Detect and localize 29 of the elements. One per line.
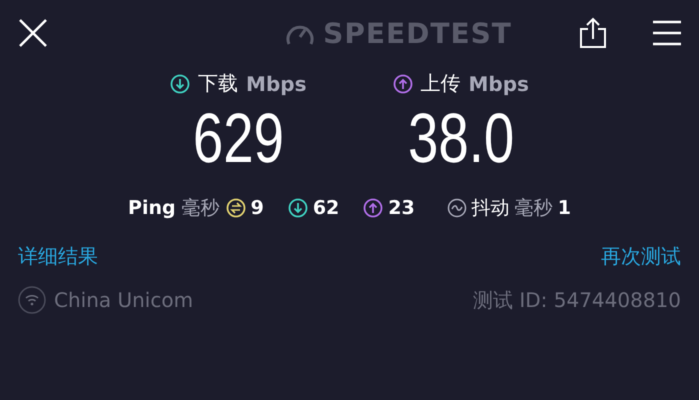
speed-value: 629: [192, 103, 284, 173]
retest-link[interactable]: 再次测试: [601, 243, 681, 270]
ping-value: 62: [312, 197, 340, 219]
provider-name: China Unicom: [54, 288, 194, 312]
ping-label: Ping: [128, 197, 176, 219]
upload-icon: [392, 74, 412, 94]
speed-label: 上传: [420, 70, 460, 97]
jitter-value: 1: [558, 197, 571, 219]
speed-unit: Mbps: [246, 72, 306, 96]
jitter-label: 抖动: [472, 196, 510, 221]
jitter-icon: [446, 198, 467, 218]
menu-icon[interactable]: [653, 20, 681, 46]
ping-value: 23: [388, 197, 415, 219]
download-icon: [170, 74, 190, 94]
speed-unit: Mbps: [468, 72, 529, 96]
share-icon[interactable]: [579, 17, 607, 49]
ping-unit: 毫秒: [182, 196, 220, 221]
test-id: 测试 ID: 5474408810: [473, 286, 681, 314]
idle-ping-icon: [226, 198, 246, 218]
speed-value: 38.0: [408, 103, 514, 173]
jitter-unit: 毫秒: [514, 196, 553, 221]
upload-icon: [363, 198, 384, 218]
download-icon: [288, 198, 308, 218]
app-logo-text: SPEEDTEST: [323, 16, 512, 50]
speed-label: 下载: [198, 70, 238, 97]
close-icon[interactable]: [18, 18, 48, 48]
details-link[interactable]: 详细结果: [18, 243, 98, 270]
ping-value: 9: [250, 197, 264, 219]
wifi-icon: [18, 286, 46, 314]
